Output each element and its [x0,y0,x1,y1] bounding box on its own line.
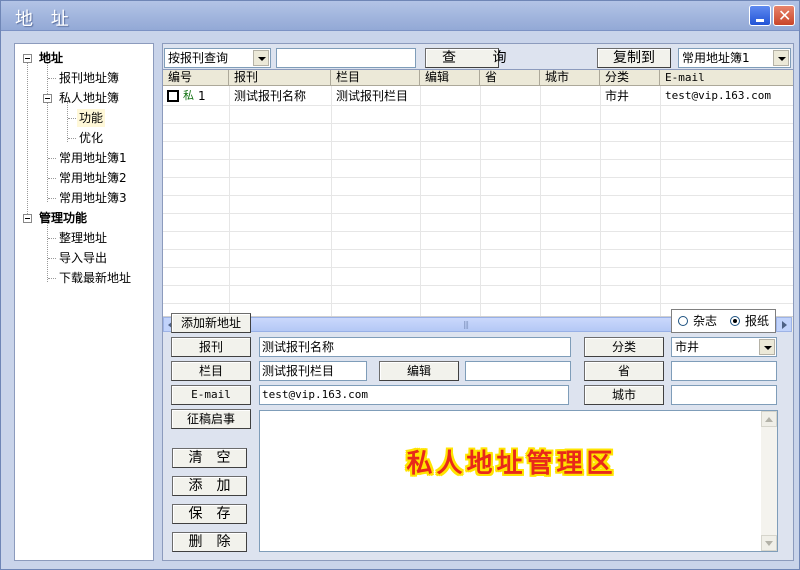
tree-item-import-export[interactable]: 导入导出 [59,249,107,267]
clear-button[interactable]: 清空 [172,448,247,468]
tree-item-organize[interactable]: 整理地址 [59,229,107,247]
category-select[interactable]: 市井 [671,337,777,357]
tree-item-private-book[interactable]: 私人地址簿 [59,89,119,107]
delete-button[interactable]: 删除 [172,532,247,552]
scrollbar-thumb[interactable] [180,317,752,332]
scroll-right-icon[interactable] [776,317,792,332]
journal-input[interactable]: 测试报刊名称 [259,337,571,357]
cell-column: 测试报刊栏目 [336,89,409,103]
collapse-icon[interactable] [43,94,52,103]
vertical-scrollbar[interactable] [761,411,777,551]
tree-item-common-book-3[interactable]: 常用地址簿3 [59,189,127,207]
close-button[interactable]: ✕ [773,5,795,26]
cell-city [540,87,545,105]
editor-label-button[interactable]: 编辑 [379,361,459,381]
radio-newspaper-label[interactable]: 报纸 [745,314,769,328]
column-header-province[interactable]: 省 [480,70,540,86]
column-header-city[interactable]: 城市 [540,70,600,86]
scroll-down-icon[interactable] [761,535,777,551]
copy-to-button[interactable]: 复制到 [597,48,671,68]
window-title: 地 址 [15,9,75,30]
column-header-editor[interactable]: 编辑 [420,70,480,86]
column-header-column[interactable]: 栏目 [331,70,420,86]
scroll-up-icon[interactable] [761,411,777,427]
add-new-address-button[interactable]: 添加新地址 [171,313,251,333]
target-book-value: 常用地址簿1 [682,51,750,65]
target-book-select[interactable]: 常用地址簿1 [678,48,791,68]
cell-journal: 测试报刊名称 [234,89,307,103]
radio-newspaper[interactable] [730,316,740,326]
save-button[interactable]: 保存 [172,504,247,524]
column-header-category[interactable]: 分类 [600,70,660,86]
city-input[interactable] [671,385,777,405]
cell-editor [420,87,425,105]
cell-province [480,87,485,105]
province-label-button[interactable]: 省 [584,361,664,381]
submission-notice-textarea[interactable]: 私人地址管理区 [259,410,778,552]
cell-id: 1 [198,89,206,103]
close-icon: ✕ [778,6,792,25]
add-button[interactable]: 添加 [172,476,247,496]
navigation-tree: 地址 报刊地址簿 私人地址簿 功能 优化 常用地址簿1 常用地址簿2 常用地址簿… [14,43,154,561]
search-input[interactable] [276,48,416,68]
tree-item-function[interactable]: 功能 [77,109,106,127]
column-header-email[interactable]: E-mail [660,70,793,86]
tree-item-common-book-2[interactable]: 常用地址簿2 [59,169,127,187]
table-header: 编号 报刊 栏目 编辑 省 城市 分类 E-mail [163,70,793,86]
query-button[interactable]: 查 询 [425,48,506,68]
chevron-down-icon [253,50,269,66]
province-input[interactable] [671,361,777,381]
minimize-button[interactable] [749,5,771,26]
category-value: 市井 [675,340,700,354]
radio-magazine-label[interactable]: 杂志 [693,314,717,328]
column-header-journal[interactable]: 报刊 [229,70,331,86]
column-input[interactable]: 测试报刊栏目 [259,361,367,381]
submission-notice-button[interactable]: 征稿启事 [171,409,251,429]
publication-type-group: 杂志 报纸 [671,309,776,333]
chevron-down-icon [773,50,789,66]
title-bar[interactable]: 地 址 ✕ [1,1,799,31]
cell-category: 市井 [605,89,630,103]
cell-email: test@vip.163.com [665,89,771,102]
column-header-id[interactable]: 编号 [163,70,229,86]
tree-root-address[interactable]: 地址 [39,49,63,67]
tree-item-download-latest[interactable]: 下载最新地址 [59,269,131,287]
tree-item-journal-book[interactable]: 报刊地址簿 [59,69,119,87]
city-label-button[interactable]: 城市 [584,385,664,405]
private-area-banner: 私人地址管理区 [406,449,617,479]
journal-label-button[interactable]: 报刊 [171,337,251,357]
row-private-tag: 私 [183,89,194,102]
column-label-button[interactable]: 栏目 [171,361,251,381]
query-type-value: 按报刊查询 [168,51,229,65]
main-panel: 按报刊查询 查 询 复制到 常用地址簿1 编号 报刊 栏目 编辑 省 城市 分类… [162,43,794,561]
query-type-select[interactable]: 按报刊查询 [164,48,271,68]
email-label-button[interactable]: E-mail [171,385,251,405]
category-label-button[interactable]: 分类 [584,337,664,357]
collapse-icon[interactable] [23,54,32,63]
chevron-down-icon [759,339,775,355]
radio-magazine[interactable] [678,316,688,326]
main-window: 地 址 ✕ 地址 报刊地址簿 私人地址簿 功能 优化 常用地址簿1 常用地址簿2… [0,0,800,570]
tree-root-management[interactable]: 管理功能 [39,209,87,227]
email-input[interactable]: test@vip.163.com [259,385,569,405]
collapse-icon[interactable] [23,214,32,223]
editor-input[interactable] [465,361,571,381]
tree-item-common-book-1[interactable]: 常用地址簿1 [59,149,127,167]
tree-item-optimize[interactable]: 优化 [79,129,103,147]
address-table: 编号 报刊 栏目 编辑 省 城市 分类 E-mail 私 1 测试报刊名称 测试… [163,69,793,332]
